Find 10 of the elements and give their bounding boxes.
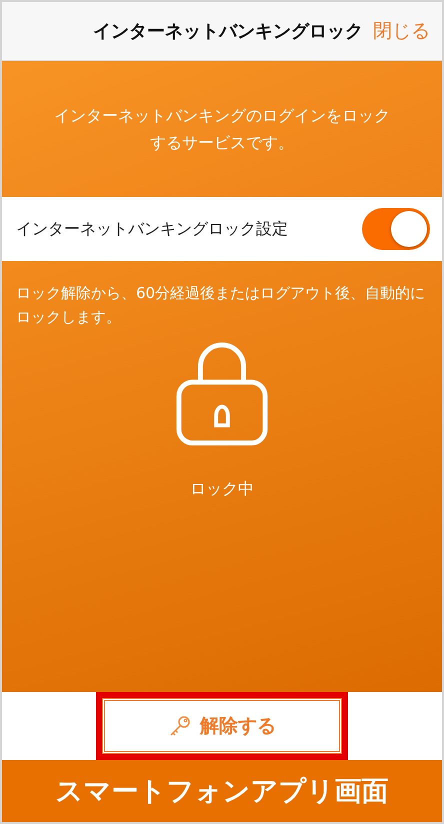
unlock-button[interactable]: 解除する xyxy=(102,698,342,754)
key-icon xyxy=(168,714,192,738)
lock-status: ロック中 xyxy=(190,479,254,500)
caption-text: スマートフォンアプリ画面 xyxy=(56,775,388,809)
screen-title: インターネットバンキングロック xyxy=(93,20,363,43)
close-link[interactable]: 閉じる xyxy=(373,18,430,44)
intro-text: インターネットバンキングのログインをロックするサービスです。 xyxy=(53,104,391,154)
toggle-switch[interactable] xyxy=(362,208,430,250)
setting-label: インターネットバンキングロック設定 xyxy=(16,218,288,240)
notice-text: ロック解除から、60分経過後またはログアウト後、自動的にロックします。 xyxy=(16,283,426,328)
